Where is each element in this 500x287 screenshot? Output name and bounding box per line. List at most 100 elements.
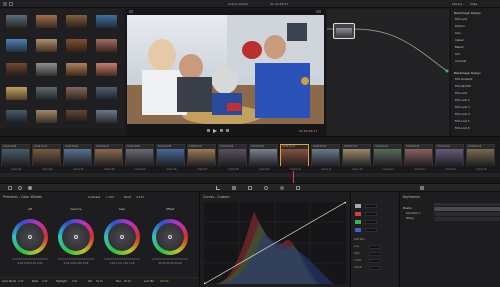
next-frame-icon[interactable] — [226, 129, 229, 132]
saturation-value[interactable]: 50.00 — [96, 280, 108, 284]
media-thumb[interactable] — [96, 87, 117, 100]
timeline-clip[interactable]: 01:02:43:09 Scene 09 — [249, 144, 278, 171]
lift-master-slider[interactable] — [12, 258, 48, 260]
lut-item[interactable]: DaVinci — [455, 25, 499, 31]
color-boost-value[interactable]: 0.00 — [18, 280, 26, 284]
channel-g-field[interactable] — [365, 220, 377, 224]
lut-item[interactable]: Film Look 3 — [455, 106, 499, 112]
key-icon[interactable] — [296, 186, 300, 190]
lut-item[interactable]: LUT — [455, 53, 499, 59]
keyframe-track[interactable] — [434, 217, 500, 221]
grid-view-icon[interactable] — [9, 2, 13, 6]
lift-wheel[interactable] — [12, 219, 48, 255]
lut-item[interactable]: Film Rec709 — [455, 85, 499, 91]
timeline-clip[interactable]: 01:02:38:22 Scene 05 — [125, 144, 154, 171]
channel-b-field[interactable] — [365, 228, 377, 232]
gamma-wheel[interactable] — [58, 219, 94, 255]
lut-item[interactable]: Film Look 6 — [455, 127, 499, 133]
timeline-clip[interactable]: 01:02:42:28 Scene 08 — [218, 144, 247, 171]
channel-b-swatch[interactable] — [355, 228, 361, 232]
channel-g-swatch[interactable] — [355, 220, 361, 224]
channel-y-swatch[interactable] — [355, 204, 361, 208]
media-thumb[interactable] — [6, 87, 27, 100]
media-thumb[interactable] — [36, 15, 57, 28]
qualifier-icon[interactable] — [232, 186, 236, 190]
timeline-clip[interactable]: 01:02:33:19 Scene 02 — [32, 144, 61, 171]
lift-values[interactable]: 0.00 0.00 0.00 0.00 — [10, 262, 50, 266]
media-thumb[interactable] — [6, 63, 27, 76]
stop-icon[interactable] — [220, 129, 223, 132]
shadows-value[interactable]: 0.00 — [42, 280, 50, 284]
media-thumb[interactable] — [36, 87, 57, 100]
viewer-zoom-icon[interactable] — [129, 10, 133, 13]
menu-clips[interactable]: Clips — [470, 2, 486, 6]
media-thumb[interactable] — [66, 39, 87, 52]
timeline-clip[interactable]: 01:02:45:24 Scene 11 — [311, 144, 340, 171]
timeline-clip[interactable]: 01:02:52:18 Scene 16 — [466, 144, 495, 171]
timeline-clip[interactable]: 01:02:49:25 Scene 14 — [404, 144, 433, 171]
media-thumb[interactable] — [66, 63, 87, 76]
media-thumb[interactable] — [96, 63, 117, 76]
media-thumb[interactable] — [36, 110, 57, 123]
wheel-handle[interactable] — [168, 235, 172, 239]
highlight-value[interactable]: 0.00 — [72, 280, 80, 284]
pivot-value[interactable]: 0.435 — [136, 195, 150, 199]
play-icon[interactable] — [213, 129, 217, 133]
channel-r-swatch[interactable] — [355, 212, 361, 216]
timeline-clip[interactable]: 01:02:51:07 Scene 15 — [435, 144, 464, 171]
lut-item[interactable]: Film Look — [455, 92, 499, 98]
timeline-track[interactable] — [0, 173, 500, 177]
lut-item[interactable]: Film Look — [455, 18, 499, 24]
timeline-clip[interactable]: 01:02:40:06 Scene 06 — [156, 144, 185, 171]
media-thumb[interactable] — [6, 110, 27, 123]
keyframe-row-master[interactable]: Master — [403, 207, 433, 211]
lut-item[interactable]: Film Look 2 — [455, 99, 499, 105]
media-thumb[interactable] — [96, 39, 117, 52]
wheel-handle[interactable] — [28, 235, 32, 239]
color-match-icon[interactable] — [18, 186, 22, 190]
media-thumb[interactable] — [66, 15, 87, 28]
high-field[interactable] — [369, 252, 381, 256]
curves-graph[interactable] — [204, 202, 346, 284]
low-field[interactable] — [369, 245, 381, 249]
media-thumb[interactable] — [36, 39, 57, 52]
offset-master-slider[interactable] — [152, 258, 188, 260]
media-thumb[interactable] — [66, 87, 87, 100]
offset-wheel[interactable] — [152, 219, 188, 255]
lut-item[interactable]: Film Look 5 — [455, 120, 499, 126]
media-thumb[interactable] — [6, 39, 27, 52]
offset-values[interactable]: 25.00 25.00 25.00 — [150, 262, 190, 266]
timeline-clip[interactable]: 01:02:31:08 Scene 01 — [1, 144, 30, 171]
lut-item[interactable]: Film Gradient — [455, 78, 499, 84]
tracker-icon[interactable] — [264, 186, 268, 190]
high-soft-field[interactable] — [369, 266, 381, 270]
media-thumb[interactable] — [6, 15, 27, 28]
media-thumb[interactable] — [96, 110, 117, 123]
app-menu-icon[interactable] — [3, 2, 7, 6]
media-thumb[interactable] — [36, 63, 57, 76]
timeline-clip[interactable]: 01:02:35:02 Scene 03 — [63, 144, 92, 171]
lut-item[interactable]: Cine — [455, 32, 499, 38]
blur-icon[interactable] — [280, 186, 284, 190]
wheel-handle[interactable] — [74, 235, 78, 239]
scopes-icon[interactable] — [420, 186, 424, 190]
lut-item[interactable]: Bleach — [455, 46, 499, 52]
playhead[interactable] — [293, 171, 294, 183]
viewer-options-icon[interactable] — [316, 10, 321, 13]
timeline-clip[interactable]: 01:02:48:14 Scene 13 — [373, 144, 402, 171]
timeline-clip[interactable]: 01:02:36:11 Scene 04 — [94, 144, 123, 171]
camera-raw-icon[interactable] — [8, 186, 12, 190]
keyframe-track[interactable] — [434, 207, 500, 211]
timeline-clip[interactable]: 01:02:44:17 Scene 10 — [280, 144, 309, 171]
media-thumb[interactable] — [66, 110, 87, 123]
lum-mix-value[interactable]: 100.00 — [160, 280, 174, 284]
timeline-clip[interactable]: 01:02:41:17 Scene 07 — [187, 144, 216, 171]
low-soft-field[interactable] — [369, 259, 381, 263]
color-wheels-icon[interactable] — [28, 186, 32, 190]
gamma-master-slider[interactable] — [58, 258, 94, 260]
keyframe-row-corrector[interactable]: Corrector 1 — [406, 212, 436, 216]
menu-library[interactable]: Library — [452, 2, 468, 6]
lut-item[interactable]: Contrast — [455, 60, 499, 66]
channel-y-field[interactable] — [365, 204, 377, 208]
keyframe-track[interactable] — [434, 212, 500, 216]
